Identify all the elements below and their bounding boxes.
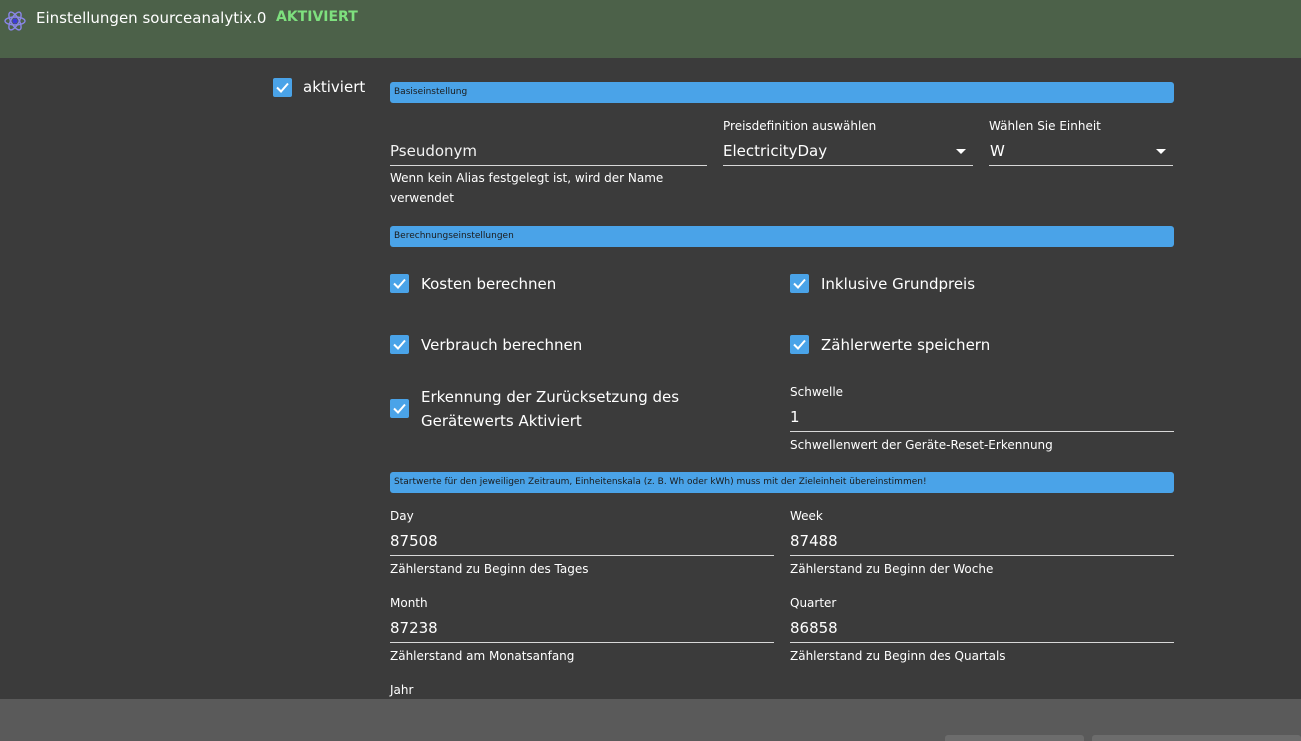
check-icon — [793, 339, 806, 350]
week-underline — [790, 555, 1174, 556]
footer-bar — [0, 699, 1301, 741]
threshold-input[interactable]: 1 — [790, 408, 800, 426]
unit-underline — [989, 165, 1173, 166]
alias-help: Wenn kein Alias festgelegt ist, wird der… — [390, 171, 664, 205]
quarter-label: Quarter — [790, 596, 837, 610]
unit-select[interactable]: W — [990, 142, 1005, 160]
section-calculation-settings: Berechnungseinstellungen — [390, 226, 1174, 247]
month-label: Month — [390, 596, 428, 610]
section-start-values-title: Startwerte für den jeweiligen Zeitraum, … — [394, 477, 927, 487]
reset-detection-label-line2: Gerätewerts Aktiviert — [421, 412, 582, 430]
alias-underline — [390, 165, 707, 166]
price-def-select[interactable]: ElectricityDay — [723, 142, 827, 160]
enabled-label: aktiviert — [303, 78, 366, 96]
footer-button[interactable] — [1092, 735, 1301, 741]
reset-detection-label-line1: Erkennung der Zurücksetzung des — [421, 388, 680, 406]
threshold-label: Schwelle — [790, 385, 844, 399]
day-label: Day — [390, 509, 414, 523]
meter-values-label: Zählerwerte speichern — [821, 336, 991, 354]
day-input[interactable]: 87508 — [390, 532, 438, 550]
calc-costs-checkbox[interactable] — [390, 274, 409, 293]
price-def-underline — [723, 165, 973, 166]
meter-values-checkbox[interactable] — [790, 335, 809, 354]
week-label: Week — [790, 509, 823, 523]
reset-detection-checkbox[interactable] — [390, 399, 409, 418]
check-icon — [393, 403, 406, 414]
check-icon — [793, 278, 806, 289]
quarter-input[interactable]: 86858 — [790, 619, 838, 637]
quarter-help: Zählerstand zu Beginn des Quartals — [790, 649, 1006, 663]
check-icon — [393, 278, 406, 289]
section-basic-title: Basiseinstellung — [394, 87, 468, 97]
section-calc-title: Berechnungseinstellungen — [394, 231, 514, 241]
day-underline — [390, 555, 774, 556]
section-start-values: Startwerte für den jeweiligen Zeitraum, … — [390, 472, 1174, 493]
week-help: Zählerstand zu Beginn der Woche — [790, 562, 994, 576]
chevron-down-icon[interactable] — [956, 149, 966, 154]
status-badge: AKTIVIERT — [276, 9, 358, 25]
month-input[interactable]: 87238 — [390, 619, 438, 637]
threshold-underline — [790, 431, 1174, 432]
atom-icon — [4, 11, 26, 31]
check-icon — [276, 82, 289, 93]
calc-consumption-label: Verbrauch berechnen — [421, 336, 583, 354]
quarter-underline — [790, 642, 1174, 643]
title-bar: Einstellungen sourceanalytix.0 AKTIVIERT — [0, 0, 1301, 58]
base-price-label: Inklusive Grundpreis — [821, 275, 976, 293]
section-basic-settings: Basiseinstellung — [390, 82, 1174, 103]
calc-consumption-checkbox[interactable] — [390, 335, 409, 354]
enabled-checkbox[interactable] — [273, 78, 292, 97]
month-underline — [390, 642, 774, 643]
chevron-down-icon[interactable] — [1156, 149, 1166, 154]
calc-costs-label: Kosten berechnen — [421, 275, 557, 293]
check-icon — [393, 339, 406, 350]
day-help: Zählerstand zu Beginn des Tages — [390, 562, 589, 576]
unit-label: Wählen Sie Einheit — [989, 119, 1101, 133]
week-input[interactable]: 87488 — [790, 532, 838, 550]
settings-panel: aktiviert Basiseinstellung Pseudonym Wen… — [0, 58, 1301, 699]
threshold-help: Schwellenwert der Geräte-Reset-Erkennung — [790, 438, 1053, 452]
footer-button[interactable] — [945, 735, 1084, 741]
base-price-checkbox[interactable] — [790, 274, 809, 293]
year-label: Jahr — [390, 683, 414, 697]
window-title: Einstellungen sourceanalytix.0 — [36, 9, 267, 27]
month-help: Zählerstand am Monatsanfang — [390, 649, 575, 663]
price-def-label: Preisdefinition auswählen — [723, 119, 877, 133]
alias-input[interactable]: Pseudonym — [390, 142, 477, 160]
